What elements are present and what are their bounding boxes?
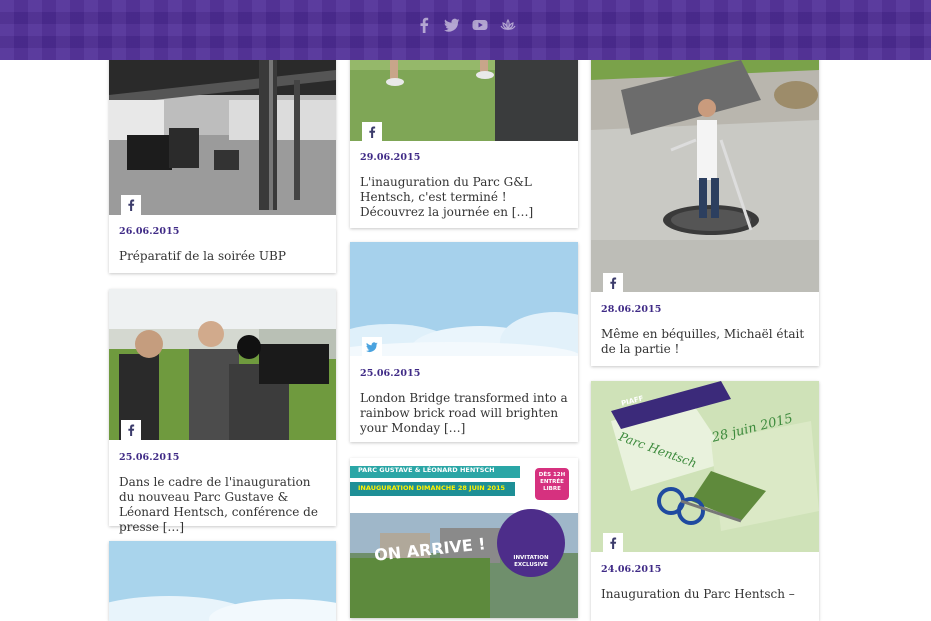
facebook-source-badge: [362, 122, 382, 142]
facebook-icon[interactable]: [416, 17, 432, 33]
lotus-logo-icon[interactable]: [499, 17, 516, 33]
post-title[interactable]: Préparatif de la soirée UBP: [119, 249, 326, 264]
post-image: [591, 40, 819, 292]
post-date: 25.06.2015: [360, 368, 421, 379]
facebook-source-badge: [121, 195, 141, 215]
post-title[interactable]: London Bridge transformed into a rainbow…: [360, 391, 568, 436]
post-card[interactable]: [109, 541, 336, 621]
post-title[interactable]: Même en béquilles, Michaël était de la p…: [601, 327, 809, 357]
facebook-source-badge: [603, 273, 623, 293]
social-links: [416, 17, 516, 33]
post-title[interactable]: L'inauguration du Parc G&L Hentsch, c'es…: [360, 175, 568, 220]
facebook-source-badge: [603, 533, 623, 553]
post-card[interactable]: PARC GUSTAVE & LÉONARD HENTSCH INAUGURAT…: [350, 458, 578, 618]
post-title[interactable]: Dans le cadre de l'inauguration du nouve…: [119, 475, 326, 535]
post-date: 24.06.2015: [601, 564, 662, 575]
post-image: [350, 242, 578, 356]
post-card[interactable]: 26.06.2015 Préparatif de la soirée UBP: [109, 40, 336, 273]
twitter-source-badge: [362, 337, 382, 357]
youtube-icon[interactable]: [472, 17, 488, 33]
poster-subheading: INAUGURATION DIMANCHE 28 JUIN 2015: [358, 484, 506, 492]
post-image: [109, 289, 336, 440]
post-card[interactable]: PIAFF 28 juin 2015 Parc Hentsch 24.06.20…: [591, 381, 819, 621]
post-card[interactable]: 28.06.2015 Même en béquilles, Michaël ét…: [591, 40, 819, 366]
poster-invite: INVITATION EXCLUSIVE: [513, 555, 549, 568]
poster-badge: DÈS 12H ENTRÉE LIBRE: [538, 472, 566, 492]
post-date: 29.06.2015: [360, 152, 421, 163]
post-image: [109, 541, 336, 621]
post-card[interactable]: 25.06.2015 Dans le cadre de l'inaugurati…: [109, 289, 336, 534]
post-date: 28.06.2015: [601, 304, 662, 315]
poster-heading: PARC GUSTAVE & LÉONARD HENTSCH: [358, 466, 495, 474]
post-card[interactable]: 29.06.2015 L'inauguration du Parc G&L He…: [350, 40, 578, 228]
post-image: [109, 40, 336, 215]
facebook-source-badge: [121, 420, 141, 440]
site-header: [0, 0, 931, 60]
post-date: 25.06.2015: [119, 452, 180, 463]
post-date: 26.06.2015: [119, 226, 180, 237]
twitter-icon[interactable]: [443, 17, 460, 33]
post-card[interactable]: 25.06.2015 London Bridge transformed int…: [350, 242, 578, 442]
